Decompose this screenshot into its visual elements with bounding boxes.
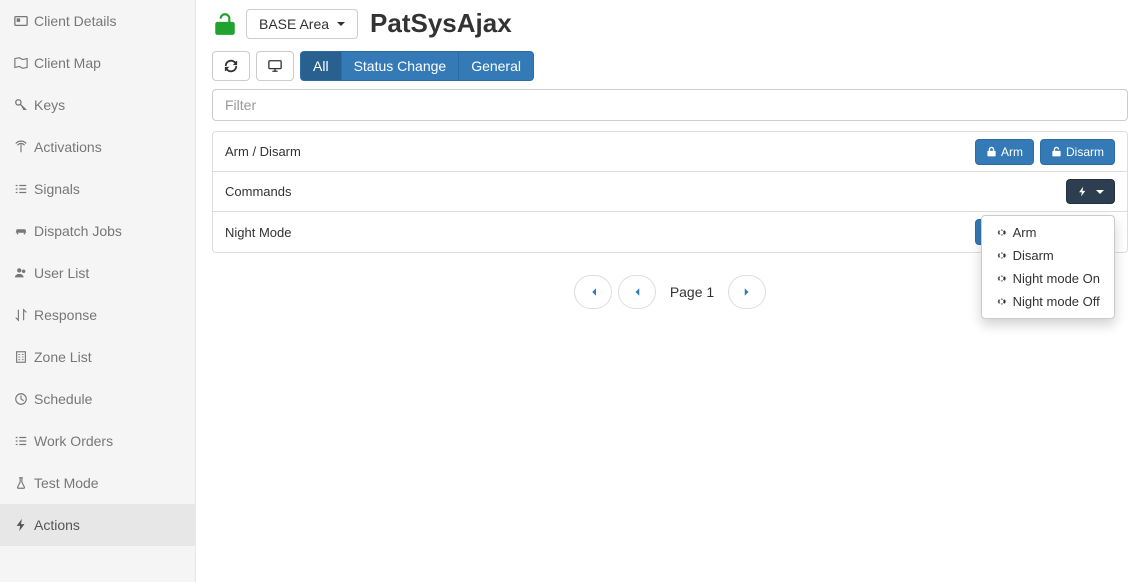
sidebar-item-label: Test Mode <box>34 475 99 491</box>
sidebar-item-work-orders[interactable]: Work Orders <box>0 420 195 462</box>
area-dropdown-button[interactable]: BASE Area <box>246 9 358 39</box>
commands-dropdown-button[interactable] <box>1066 179 1115 204</box>
main-content: BASE Area PatSysAjax All Status Change G… <box>196 0 1144 582</box>
car-icon <box>14 224 28 238</box>
sidebar-item-keys[interactable]: Keys <box>0 84 195 126</box>
key-icon <box>14 98 28 112</box>
dropdown-item-label: Night mode On <box>1013 271 1100 286</box>
sidebar-item-zone-list[interactable]: Zone List <box>0 336 195 378</box>
sidebar-item-test-mode[interactable]: Test Mode <box>0 462 195 504</box>
commands-dropdown-menu: Arm Disarm Night mode On Night mode Off <box>981 215 1115 319</box>
id-card-icon <box>14 14 28 28</box>
sidebar-item-label: Activations <box>34 139 102 155</box>
sidebar-item-label: Client Map <box>34 55 101 71</box>
sidebar-item-label: Schedule <box>34 391 92 407</box>
button-label: Disarm <box>1066 145 1104 159</box>
sidebar-item-actions[interactable]: Actions <box>0 504 195 546</box>
actions-panel: Arm / Disarm Arm Disarm Commands <box>212 131 1128 253</box>
button-label: Arm <box>1001 145 1023 159</box>
page-title: PatSysAjax <box>370 8 512 39</box>
row-actions: Arm Disarm Night mode On Night mode Off <box>1066 179 1115 204</box>
lock-icon <box>986 146 997 157</box>
sidebar-item-label: Keys <box>34 97 65 113</box>
refresh-button[interactable] <box>212 51 250 81</box>
sidebar-item-label: Response <box>34 307 97 323</box>
arm-button[interactable]: Arm <box>975 139 1034 165</box>
page-first-button[interactable] <box>574 275 612 309</box>
list-icon <box>14 434 28 448</box>
sidebar-item-user-list[interactable]: User List <box>0 252 195 294</box>
toolbar: All Status Change General <box>212 51 1128 81</box>
sidebar-item-label: Zone List <box>34 349 92 365</box>
sort-icon <box>14 308 28 322</box>
caret-down-icon <box>337 22 345 26</box>
sidebar-item-label: Work Orders <box>34 433 113 449</box>
sidebar-item-response[interactable]: Response <box>0 294 195 336</box>
dropdown-item-label: Night mode Off <box>1013 294 1100 309</box>
row-commands: Commands Arm Disarm <box>213 172 1127 212</box>
dropdown-item-arm[interactable]: Arm <box>982 221 1114 244</box>
sidebar-item-activations[interactable]: Activations <box>0 126 195 168</box>
monitor-button[interactable] <box>256 51 294 81</box>
dropdown-item-label: Disarm <box>1013 248 1054 263</box>
sidebar-item-label: Signals <box>34 181 80 197</box>
gear-icon <box>996 296 1007 307</box>
row-label: Night Mode <box>225 225 975 240</box>
bolt-icon <box>1077 186 1088 197</box>
sidebar-item-client-details[interactable]: Client Details <box>0 0 195 42</box>
gear-icon <box>996 227 1007 238</box>
row-arm-disarm: Arm / Disarm Arm Disarm <box>213 132 1127 172</box>
row-label: Commands <box>225 184 1066 199</box>
users-icon <box>14 266 28 280</box>
map-icon <box>14 56 28 70</box>
list-icon <box>14 182 28 196</box>
sidebar-item-client-map[interactable]: Client Map <box>0 42 195 84</box>
header: BASE Area PatSysAjax <box>212 8 1128 39</box>
refresh-icon <box>224 59 238 73</box>
sidebar-item-schedule[interactable]: Schedule <box>0 378 195 420</box>
clock-icon <box>14 392 28 406</box>
disarm-button[interactable]: Disarm <box>1040 139 1115 165</box>
dropdown-item-night-on[interactable]: Night mode On <box>982 267 1114 290</box>
chevron-right-icon <box>741 286 753 298</box>
sidebar-item-label: Actions <box>34 517 80 533</box>
unlock-icon <box>1051 146 1062 157</box>
filter-input[interactable] <box>212 89 1128 121</box>
gear-icon <box>996 250 1007 261</box>
gear-icon <box>996 273 1007 284</box>
bolt-icon <box>14 518 28 532</box>
flask-icon <box>14 476 28 490</box>
building-icon <box>14 350 28 364</box>
dropdown-item-disarm[interactable]: Disarm <box>982 244 1114 267</box>
chevron-first-icon <box>587 286 599 298</box>
row-actions: Arm Disarm <box>975 139 1115 165</box>
sidebar-item-label: User List <box>34 265 89 281</box>
page-prev-button[interactable] <box>618 275 656 309</box>
dropdown-item-label: Arm <box>1013 225 1037 240</box>
row-label: Arm / Disarm <box>225 144 975 159</box>
page-label: Page 1 <box>662 284 722 300</box>
area-dropdown-label: BASE Area <box>259 16 329 32</box>
sidebar-item-label: Client Details <box>34 13 116 29</box>
caret-down-icon <box>1096 190 1104 194</box>
tab-all[interactable]: All <box>300 51 342 81</box>
chevron-left-icon <box>631 286 643 298</box>
sidebar: Client Details Client Map Keys Activatio… <box>0 0 196 582</box>
page-next-button[interactable] <box>728 275 766 309</box>
sidebar-item-dispatch-jobs[interactable]: Dispatch Jobs <box>0 210 195 252</box>
tab-status-change[interactable]: Status Change <box>341 51 460 81</box>
unlock-icon <box>212 11 238 37</box>
sidebar-item-signals[interactable]: Signals <box>0 168 195 210</box>
sidebar-item-label: Dispatch Jobs <box>34 223 122 239</box>
tab-general[interactable]: General <box>458 51 534 81</box>
dropdown-item-night-off[interactable]: Night mode Off <box>982 290 1114 313</box>
signal-tower-icon <box>14 140 28 154</box>
monitor-icon <box>268 59 282 73</box>
tab-group: All Status Change General <box>300 51 534 81</box>
